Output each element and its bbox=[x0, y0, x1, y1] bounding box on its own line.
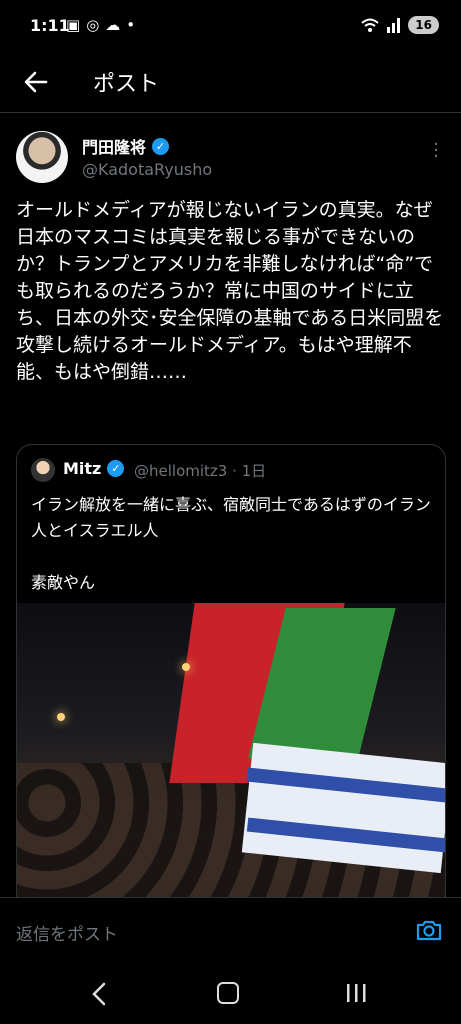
camera-icon[interactable] bbox=[415, 916, 443, 944]
verified-badge-icon: ✓ bbox=[152, 137, 170, 155]
post-text: オールドメディアが報じないイランの真実。なぜ日本のマスコミは真実を報じる事ができ… bbox=[16, 199, 444, 383]
more-options-icon[interactable]: · · · bbox=[433, 136, 439, 166]
quote-verified-badge-icon: ✓ bbox=[107, 460, 125, 477]
quote-video[interactable] bbox=[17, 603, 445, 915]
messenger-icon: ◎ bbox=[86, 16, 100, 34]
signal-icon bbox=[387, 18, 401, 33]
page-title: ポスト bbox=[93, 72, 160, 97]
author-handle[interactable]: @KadotaRyusho bbox=[82, 160, 212, 179]
dot-icon: • bbox=[126, 16, 136, 34]
author-avatar[interactable] bbox=[16, 131, 68, 183]
nav-back-icon[interactable] bbox=[88, 980, 112, 1008]
back-arrow-icon[interactable] bbox=[20, 66, 52, 98]
reply-input[interactable]: 返信をポスト bbox=[16, 920, 118, 945]
flag-white-part bbox=[241, 742, 445, 874]
quote-author-avatar bbox=[31, 458, 55, 482]
quote-meta: @hellomitz3 · 1日 bbox=[134, 462, 267, 480]
quoted-post[interactable]: Mitz ✓ @hellomitz3 · 1日 イラン解放を一緒に喜ぶ、宿敵同士… bbox=[16, 444, 446, 916]
author-name: 門田隆将 bbox=[82, 138, 147, 157]
status-bar: 1:11 ▣ ◎ ☁ • 16 bbox=[0, 0, 461, 52]
wifi-icon bbox=[361, 18, 379, 32]
author-name-row[interactable]: 門田隆将 ✓ bbox=[82, 134, 170, 158]
reply-bar[interactable]: 返信をポスト bbox=[0, 897, 461, 964]
nav-recents-icon[interactable] bbox=[344, 982, 368, 1004]
cloud-icon: ☁ bbox=[105, 16, 121, 34]
street-light bbox=[182, 663, 190, 671]
quote-author-name: Mitz bbox=[63, 459, 102, 478]
quote-author-name-row: Mitz ✓ bbox=[63, 459, 125, 478]
status-time: 1:11 bbox=[30, 16, 70, 35]
battery-indicator: 16 bbox=[408, 16, 439, 34]
sim-icon: ▣ bbox=[66, 16, 81, 34]
quote-text: イラン解放を一緒に喜ぶ、宿敵同士であるはずのイラン人とイスラエル人 素敵やん bbox=[31, 495, 431, 592]
status-right-icons: 16 bbox=[360, 16, 439, 34]
top-bar: ポスト bbox=[0, 52, 461, 113]
status-left-icons: ▣ ◎ ☁ • bbox=[66, 16, 135, 34]
system-nav-bar bbox=[0, 964, 461, 1024]
nav-home-icon[interactable] bbox=[217, 982, 239, 1004]
street-light bbox=[57, 713, 65, 721]
